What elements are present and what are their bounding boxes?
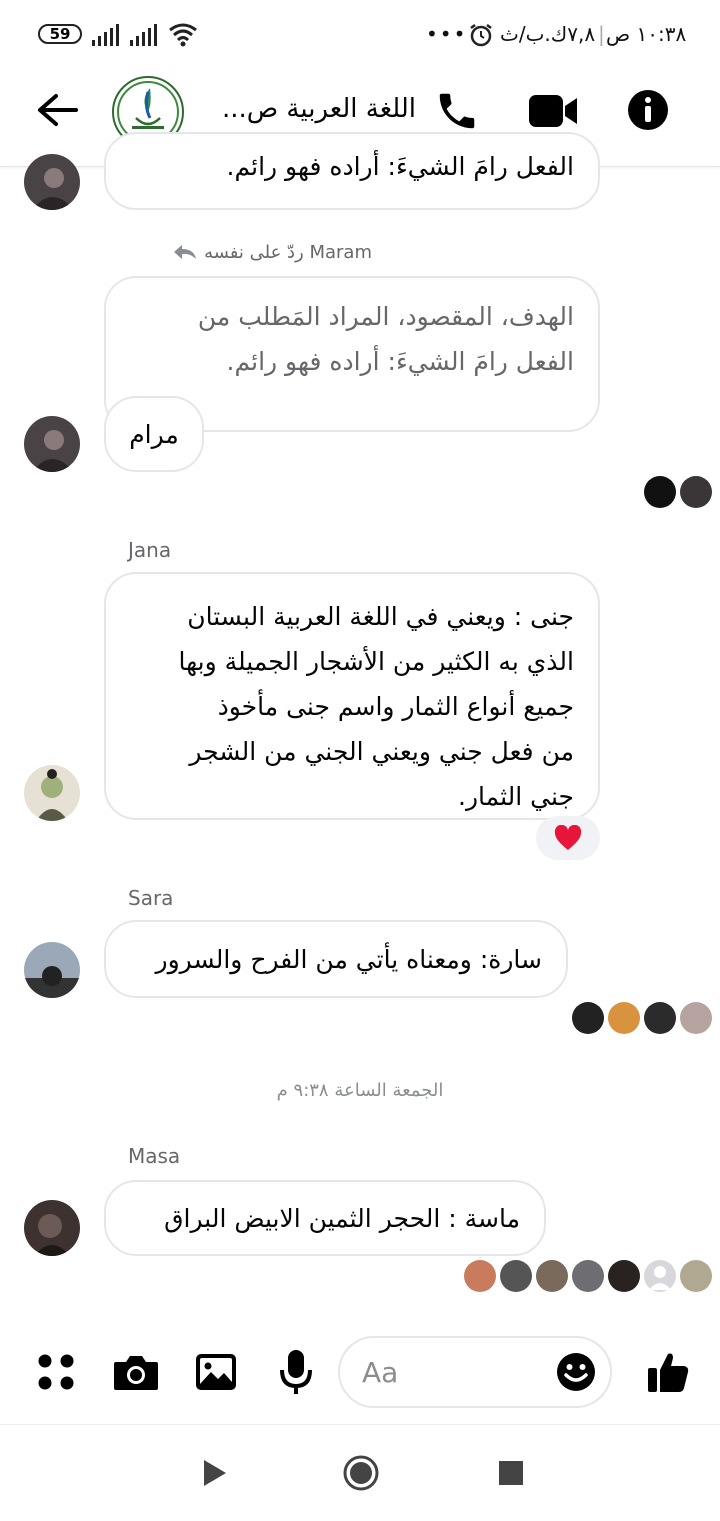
four-dots-icon[interactable] <box>36 1352 76 1392</box>
message-line: الذي به الكثير من الأشجار الجميلة وبها <box>178 647 575 676</box>
message-input-placeholder: Aa <box>362 1356 399 1389</box>
timestamp: الجمعة الساعة ٩:٣٨ م <box>276 1080 444 1101</box>
message-line: جنى : ويعني في اللغة العربية البستان <box>187 602 574 631</box>
seen-avatar <box>572 1002 604 1034</box>
video-camera-icon[interactable] <box>528 92 578 130</box>
message-text: مرام <box>129 419 179 449</box>
alarm-icon <box>470 24 492 47</box>
avatar[interactable] <box>24 154 80 210</box>
reply-icon <box>174 245 197 259</box>
message-line: جني الثمار. <box>458 782 574 811</box>
camera-icon[interactable] <box>112 1352 160 1392</box>
avatar[interactable] <box>24 942 80 998</box>
home-button-icon[interactable] <box>342 1454 380 1492</box>
seen-avatar <box>680 1002 712 1034</box>
seen-avatar <box>680 1260 712 1292</box>
message-line: من فعل جني ويعني الجني من الشجر <box>189 737 574 766</box>
seen-avatar <box>680 476 712 508</box>
status-date: ٧,٨ك.ب/ث <box>500 22 596 46</box>
sender-name: Masa <box>128 1144 181 1168</box>
message-bubble[interactable]: ماسة : الحجر الثمين الابيض البراق <box>104 1180 546 1256</box>
message-input[interactable]: Aa <box>338 1336 612 1408</box>
back-triangle-icon[interactable] <box>202 1458 228 1488</box>
seen-avatar <box>572 1260 604 1292</box>
battery-indicator: 59 <box>38 24 82 44</box>
avatar[interactable] <box>24 765 80 821</box>
signal-icon <box>130 24 160 46</box>
seen-avatar <box>464 1260 496 1292</box>
message-bubble[interactable]: سارة: ومعناه يأتي من الفرح والسرور <box>104 920 568 998</box>
seen-avatar <box>608 1002 640 1034</box>
status-bar: 59 ••• ٧,٨ك.ب/ث | ١٠:٣٨ ص <box>0 0 720 68</box>
phone-icon[interactable] <box>434 88 480 134</box>
microphone-icon[interactable] <box>278 1348 314 1396</box>
message-line: جميع أنواع الثمار واسم جنى مأخوذ <box>217 692 574 721</box>
sender-name: Jana <box>128 538 172 562</box>
reply-label: Maram ردّ على نفسه <box>132 238 372 266</box>
message-text: سارة: ومعناه يأتي من الفرح والسرور <box>155 944 543 974</box>
chat-title[interactable]: اللغة العربية ص... <box>206 94 416 124</box>
seen-avatar <box>644 1260 676 1292</box>
message-bubble[interactable]: الفعل رامَ الشيءَ: أراده فهو رائم. <box>104 132 600 210</box>
quoted-line: الهدف، المقصود، المراد المَطلب من <box>197 302 574 331</box>
emoji-icon[interactable] <box>556 1352 596 1392</box>
recents-square-icon[interactable] <box>498 1460 524 1486</box>
avatar[interactable] <box>24 416 80 472</box>
message-text: ماسة : الحجر الثمين الابيض البراق <box>164 1203 520 1233</box>
sender-name: Sara <box>128 886 174 910</box>
wifi-icon <box>169 23 197 47</box>
seen-avatar <box>536 1260 568 1292</box>
info-icon[interactable] <box>626 88 670 132</box>
heart-icon <box>554 825 582 850</box>
status-time: ١٠:٣٨ ص <box>606 22 687 46</box>
thumbs-up-icon[interactable] <box>646 1350 690 1394</box>
signal-icon <box>92 24 122 46</box>
image-icon[interactable] <box>194 1352 238 1392</box>
quoted-line: الفعل رامَ الشيءَ: أراده فهو رائم. <box>226 347 574 376</box>
seen-avatar <box>608 1260 640 1292</box>
notification-dots: ••• <box>426 22 468 46</box>
seen-avatar <box>644 1002 676 1034</box>
message-bubble[interactable]: جنى : ويعني في اللغة العربية البستان الذ… <box>104 572 600 820</box>
reaction-badge[interactable] <box>536 816 600 860</box>
message-bubble[interactable]: مرام <box>104 396 204 472</box>
back-arrow-icon[interactable] <box>34 90 80 130</box>
avatar[interactable] <box>24 1200 80 1256</box>
status-divider: | <box>598 22 605 46</box>
seen-avatar <box>644 476 676 508</box>
message-text: الفعل رامَ الشيءَ: أراده فهو رائم. <box>226 152 574 181</box>
seen-avatar <box>500 1260 532 1292</box>
